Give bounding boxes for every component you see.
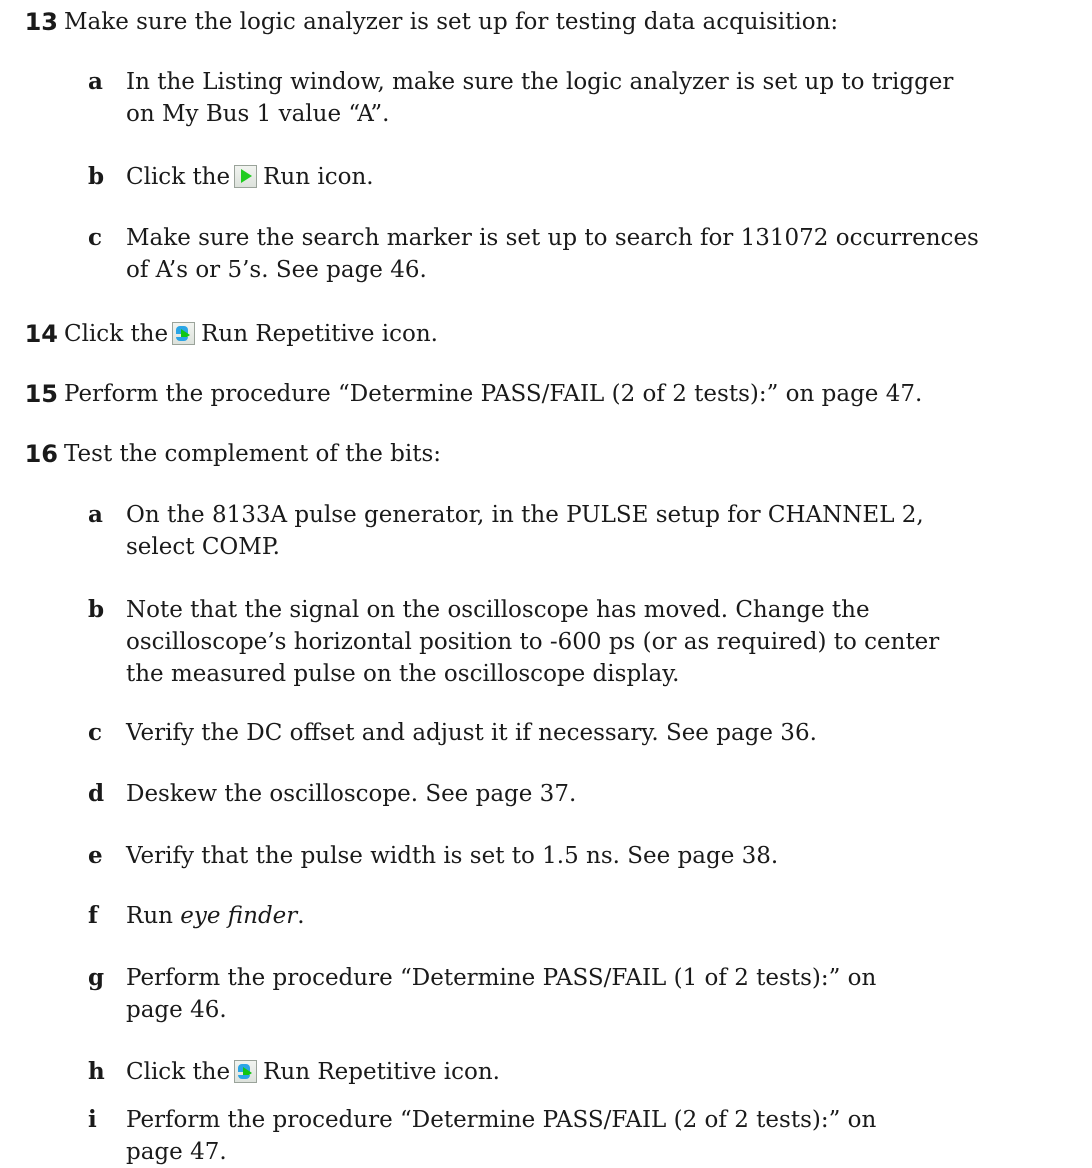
substep-line: page 46. (126, 997, 227, 1023)
step-number: 15 (24, 380, 58, 408)
step-text: Test the complement of the bits: (64, 441, 442, 467)
substep-text-pre: Click the (126, 1059, 231, 1085)
substep-text-pre: Click the (126, 164, 231, 190)
step-number: 16 (24, 440, 58, 468)
step-number: 13 (24, 8, 58, 36)
substep-letter: b (88, 163, 105, 190)
substep-line: On the 8133A pulse generator, in the PUL… (126, 502, 924, 528)
substep-letter: e (88, 842, 103, 869)
substep-line: In the Listing window, make sure the log… (126, 69, 954, 95)
step-text: Make sure the logic analyzer is set up f… (64, 9, 839, 35)
substep-letter: i (88, 1106, 97, 1133)
substep-text-post: . (297, 903, 305, 929)
substep-line: of A’s or 5’s. See page 46. (126, 257, 427, 283)
run-repetitive-icon (234, 1060, 258, 1083)
substep-line: Perform the procedure “Determine PASS/FA… (126, 1107, 877, 1133)
substep-line: Note that the signal on the oscilloscope… (126, 597, 870, 623)
substep-letter: a (88, 68, 103, 95)
substep-letter: c (88, 224, 103, 251)
substep-letter: c (88, 719, 103, 746)
substep-line: Verify the DC offset and adjust it if ne… (126, 720, 817, 746)
substep-line: Make sure the search marker is set up to… (126, 225, 979, 251)
substep-line: oscilloscope’s horizontal position to -6… (126, 629, 940, 655)
substep-letter: g (88, 964, 105, 991)
substep-line: Deskew the oscilloscope. See page 37. (126, 781, 577, 807)
substep-line: Perform the procedure “Determine PASS/FA… (126, 965, 877, 991)
step-text-post: Run Repetitive icon. (201, 321, 438, 347)
substep-line: Verify that the pulse width is set to 1.… (126, 843, 779, 869)
substep-line: select COMP. (126, 534, 280, 560)
substep-text-post: Run icon. (263, 164, 374, 190)
substep-line: page 47. (126, 1139, 227, 1165)
substep-letter: a (88, 501, 103, 528)
substep-line: on My Bus 1 value “A”. (126, 101, 390, 127)
substep-letter: h (88, 1058, 105, 1085)
step-text: Perform the procedure “Determine PASS/FA… (64, 381, 923, 407)
substep-line: the measured pulse on the oscilloscope d… (126, 661, 680, 687)
substep-italic: eye finder (180, 903, 298, 929)
run-repetitive-icon (172, 322, 196, 345)
step-number: 14 (24, 320, 58, 348)
substep-letter: f (88, 902, 98, 929)
substep-text-post: Run Repetitive icon. (263, 1059, 500, 1085)
run-icon (234, 165, 258, 188)
substep-letter: d (88, 780, 105, 807)
substep-letter: b (88, 596, 105, 623)
substep-text-pre: Run (126, 903, 173, 929)
step-text-pre: Click the (64, 321, 169, 347)
